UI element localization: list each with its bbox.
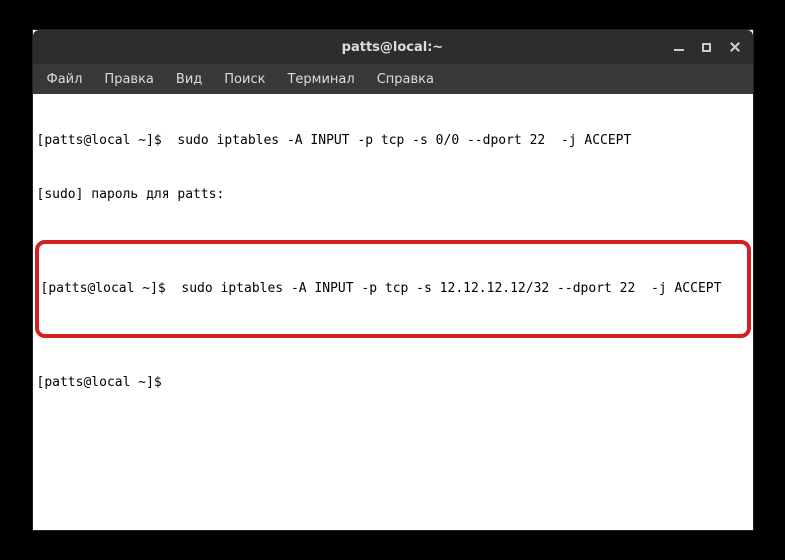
menu-file[interactable]: Файл xyxy=(37,68,93,91)
terminal-content[interactable]: [patts@local ~]$ sudo iptables -A INPUT … xyxy=(33,94,753,530)
maximize-button[interactable] xyxy=(695,35,719,59)
minimize-icon xyxy=(674,49,684,51)
terminal-line: [patts@local ~]$ sudo iptables -A INPUT … xyxy=(37,132,749,150)
terminal-line-highlighted: [patts@local ~]$ sudo iptables -A INPUT … xyxy=(41,280,745,298)
close-button[interactable] xyxy=(723,35,747,59)
close-icon xyxy=(729,41,741,53)
menu-edit[interactable]: Правка xyxy=(94,68,163,91)
menu-help[interactable]: Справка xyxy=(367,68,444,91)
highlight-annotation: [patts@local ~]$ sudo iptables -A INPUT … xyxy=(35,240,751,338)
terminal-window: patts@local:~ Файл Правка Вид Поиск Терм… xyxy=(33,30,753,530)
window-title: patts@local:~ xyxy=(342,40,444,55)
menu-terminal[interactable]: Терминал xyxy=(277,68,364,91)
menu-search[interactable]: Поиск xyxy=(214,68,275,91)
terminal-prompt: [patts@local ~]$ xyxy=(37,374,749,392)
minimize-button[interactable] xyxy=(667,35,691,59)
menubar: Файл Правка Вид Поиск Терминал Справка xyxy=(33,64,753,94)
window-controls xyxy=(667,30,747,64)
maximize-icon xyxy=(702,43,711,52)
menu-view[interactable]: Вид xyxy=(166,68,212,91)
titlebar[interactable]: patts@local:~ xyxy=(33,30,753,64)
terminal-line: [sudo] пароль для patts: xyxy=(37,186,749,204)
